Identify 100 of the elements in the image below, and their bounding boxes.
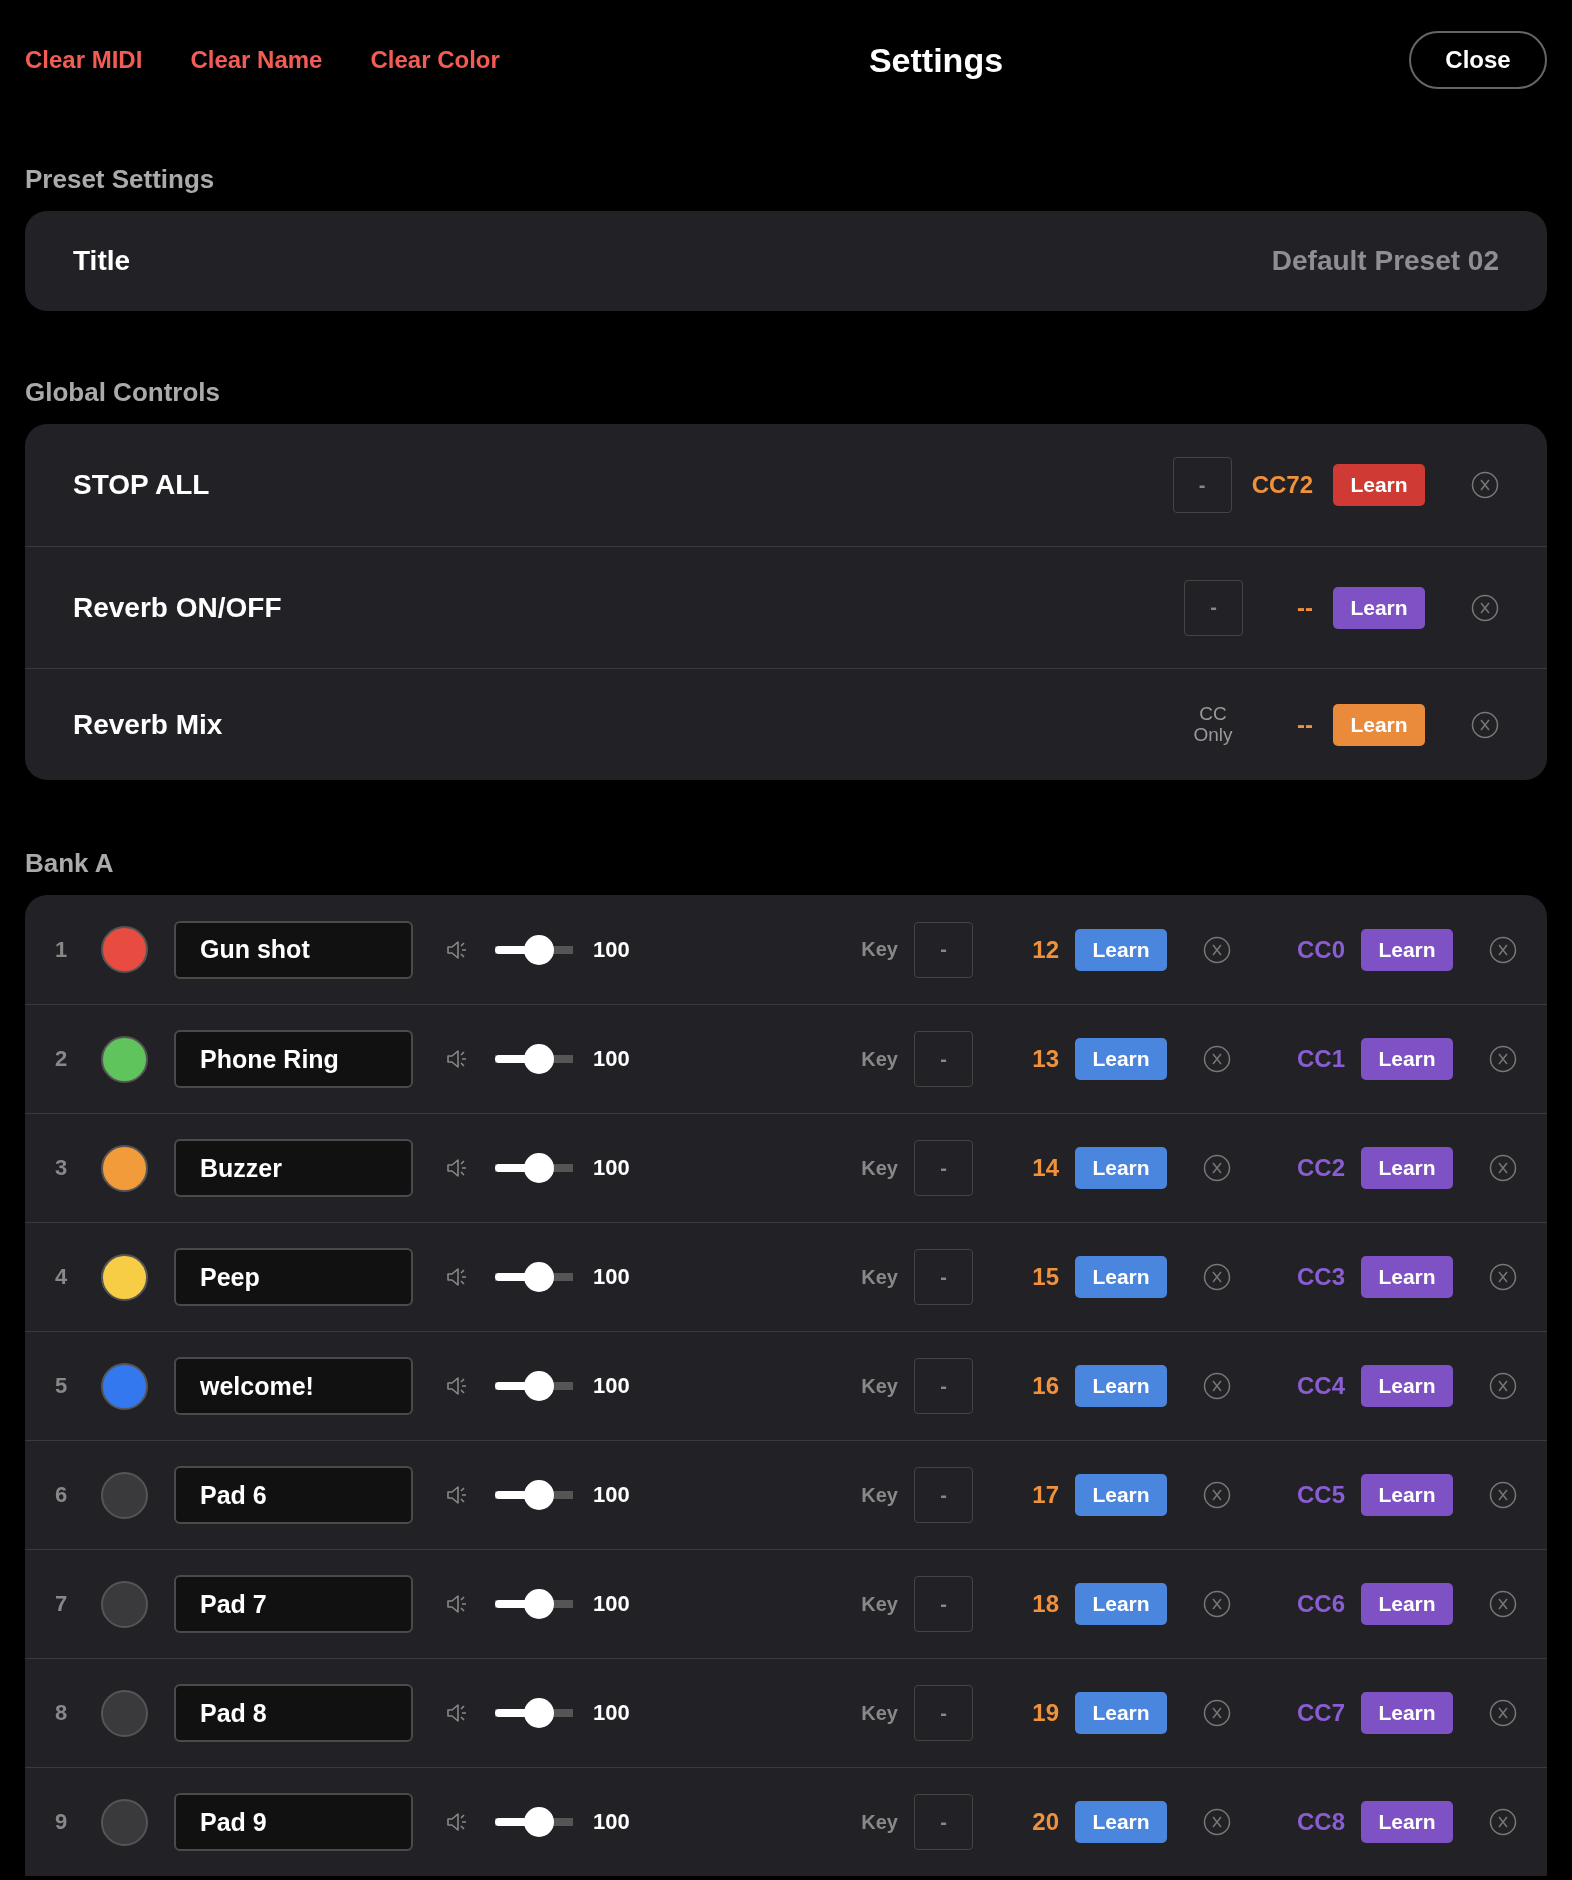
clear-icon[interactable] (1203, 1590, 1231, 1618)
pad-name-field[interactable]: Peep (174, 1248, 413, 1306)
clear-link[interactable]: Clear MIDI (25, 46, 143, 74)
pad-name-field[interactable]: Buzzer (174, 1139, 413, 1197)
clear-icon[interactable] (1203, 1372, 1231, 1400)
clear-icon[interactable] (1203, 935, 1231, 964)
control-label: Reverb Mix (73, 708, 224, 741)
volume-value: 100 (593, 1373, 630, 1398)
pad-name-field[interactable]: Pad 7 (174, 1575, 413, 1633)
learn-button[interactable]: Learn (1361, 1147, 1453, 1189)
color-dot[interactable] (101, 1035, 148, 1083)
learn-button[interactable]: Learn (1075, 1692, 1167, 1734)
clear-icon[interactable] (1489, 1481, 1517, 1509)
pad-number: 6 (55, 1482, 69, 1508)
learn-button[interactable]: Learn (1361, 1365, 1453, 1407)
key-field[interactable]: - (1172, 457, 1232, 513)
key-field[interactable]: - (914, 1685, 973, 1741)
clear-icon[interactable] (1471, 593, 1499, 622)
color-dot[interactable] (101, 1253, 148, 1301)
learn-button[interactable]: Learn (1361, 1474, 1453, 1516)
learn-button[interactable]: Learn (1361, 1583, 1453, 1625)
key-field[interactable]: - (914, 1031, 973, 1087)
key-field[interactable]: - (914, 1249, 973, 1305)
learn-button[interactable]: Learn (1333, 586, 1425, 629)
section-heading: Bank A (25, 848, 115, 880)
learn-button[interactable]: Learn (1075, 1801, 1167, 1843)
pad-name-field[interactable]: Pad 8 (174, 1684, 413, 1742)
clear-icon[interactable] (1489, 1808, 1517, 1836)
volume-value: 100 (593, 1155, 630, 1180)
key-label: Key (861, 1265, 898, 1289)
learn-button[interactable]: Learn (1333, 464, 1425, 506)
key-field[interactable]: - (914, 1467, 973, 1523)
section-heading: Global Controls (25, 377, 221, 409)
key-field[interactable]: - (914, 1358, 973, 1414)
learn-button[interactable]: Learn (1361, 1256, 1453, 1298)
key-label: Key (861, 1701, 898, 1725)
color-dot[interactable] (101, 1471, 148, 1519)
pad-name-field[interactable]: Phone Ring (174, 1030, 413, 1088)
title-value[interactable]: Default Preset 02 (1271, 245, 1499, 277)
clear-icon[interactable] (1203, 1481, 1231, 1509)
clear-icon[interactable] (1203, 1699, 1231, 1727)
close-button[interactable]: Close (1409, 31, 1547, 89)
learn-button[interactable]: Learn (1075, 1147, 1167, 1189)
note-number: 17 (1031, 1481, 1059, 1509)
note-number: 18 (1031, 1590, 1059, 1618)
learn-button[interactable]: Learn (1361, 1692, 1453, 1734)
color-dot[interactable] (101, 1144, 148, 1192)
key-field[interactable]: - (914, 921, 973, 978)
cc-number: CC7 (1296, 1699, 1345, 1727)
learn-button[interactable]: Learn (1075, 928, 1167, 971)
pad-name-field[interactable]: welcome! (174, 1357, 413, 1415)
color-dot[interactable] (101, 1580, 148, 1628)
volume-value: 100 (593, 1700, 630, 1725)
cc-number: CC6 (1296, 1590, 1345, 1618)
pad-name-field[interactable]: Pad 9 (174, 1793, 413, 1851)
title-label: Title (73, 245, 131, 277)
key-field[interactable]: - (914, 1576, 973, 1632)
clear-icon[interactable] (1203, 1045, 1231, 1073)
learn-button[interactable]: Learn (1361, 1801, 1453, 1843)
pad-name-field[interactable]: Pad 6 (174, 1466, 413, 1524)
learn-button[interactable]: Learn (1361, 928, 1453, 971)
clear-icon[interactable] (1489, 1263, 1517, 1291)
key-label: Key (861, 1810, 898, 1834)
note-number: 13 (1031, 1045, 1059, 1073)
learn-button[interactable]: Learn (1075, 1365, 1167, 1407)
clear-link[interactable]: Clear Name (190, 46, 323, 74)
clear-icon[interactable] (1489, 935, 1517, 964)
clear-icon[interactable] (1489, 1699, 1517, 1727)
note-number: 16 (1031, 1372, 1059, 1400)
clear-icon[interactable] (1471, 471, 1499, 499)
clear-icon[interactable] (1203, 1154, 1231, 1182)
learn-button[interactable]: Learn (1075, 1256, 1167, 1298)
color-dot[interactable] (101, 1798, 148, 1846)
volume-value: 100 (593, 1591, 630, 1616)
color-dot[interactable] (101, 1689, 148, 1737)
key-label: Key (861, 1374, 898, 1398)
pad-name-field[interactable]: Gun shot (174, 920, 413, 979)
learn-button[interactable]: Learn (1075, 1474, 1167, 1516)
clear-icon[interactable] (1489, 1372, 1517, 1400)
clear-link[interactable]: Clear Color (370, 46, 500, 74)
speaker-icon (447, 939, 469, 960)
learn-button[interactable]: Learn (1075, 1038, 1167, 1080)
key-label: Key (861, 1156, 898, 1180)
clear-icon[interactable] (1489, 1154, 1517, 1182)
clear-icon[interactable] (1203, 1263, 1231, 1291)
key-field[interactable]: - (914, 1140, 973, 1196)
speaker-icon (447, 1703, 469, 1723)
clear-icon[interactable] (1489, 1590, 1517, 1618)
clear-icon[interactable] (1471, 710, 1499, 739)
cc-number: CC3 (1296, 1263, 1345, 1291)
color-dot[interactable] (101, 926, 148, 973)
color-dot[interactable] (101, 1362, 148, 1410)
key-field[interactable]: - (1184, 579, 1243, 636)
learn-button[interactable]: Learn (1361, 1038, 1453, 1080)
learn-button[interactable]: Learn (1075, 1583, 1167, 1625)
key-field[interactable]: - (914, 1794, 973, 1850)
clear-icon[interactable] (1203, 1808, 1231, 1836)
clear-icon[interactable] (1489, 1045, 1517, 1073)
speaker-icon (447, 1812, 469, 1832)
volume-value: 100 (593, 936, 630, 962)
